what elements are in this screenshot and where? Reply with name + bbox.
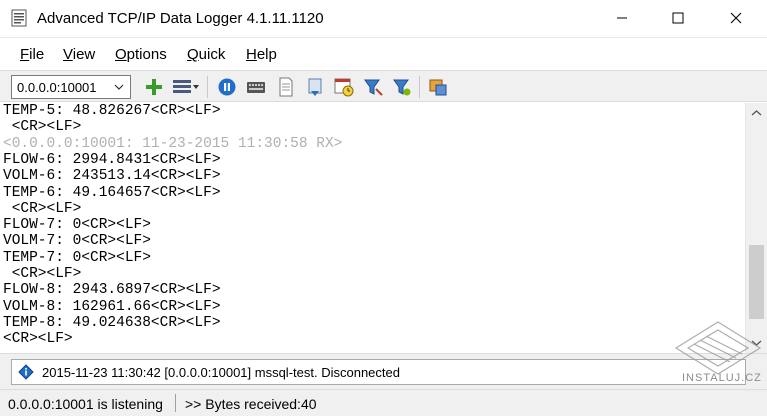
log-line: VOLM-6: 243513.14<CR><LF> [3,168,221,185]
menu-help-mnemonic: H [246,46,257,63]
filter-icon[interactable] [363,77,383,97]
bytes-received-status: >> Bytes received:40 [185,396,317,412]
menu-options[interactable]: Options [115,46,167,63]
minimize-button[interactable] [599,0,645,36]
log-line: <CR><LF> [3,200,82,217]
scrollbar-thumb[interactable] [749,245,764,319]
status-bar: 0.0.0.0:10001 is listening >> Bytes rece… [0,389,767,416]
menu-quick-label: uick [198,46,226,63]
menu-file-label: ile [29,46,45,63]
info-diamond-icon [18,364,34,380]
toolbar-separator [419,76,420,98]
log-rx-header: <0.0.0.0:10001: 11-23-2015 11:30:58 RX> [3,135,343,152]
menu-bar: File View Options Quick Help [0,40,767,68]
menu-options-label: ptions [126,46,167,63]
vertical-scrollbar[interactable] [745,103,767,353]
log-line: <CR><LF> [3,331,73,348]
log-line: FLOW-8: 2943.6897<CR><LF> [3,282,221,299]
document-icon[interactable] [276,77,296,97]
watermark-text: INSTALUJ.CZ [682,372,762,384]
menu-quick-mnemonic: Q [187,46,199,63]
log-line: TEMP-7: 0<CR><LF> [3,249,151,266]
log-view[interactable]: TEMP-5: 48.826267<CR><LF> <CR><LF> <0.0.0… [0,103,745,353]
log-line: <CR><LF> [3,266,82,282]
plugin-icon[interactable] [428,77,448,97]
add-connection-icon[interactable] [144,77,164,97]
close-button[interactable] [713,0,759,36]
maximize-button[interactable] [655,0,701,36]
start-stop-icon[interactable] [217,77,237,97]
view-options-icon[interactable] [171,77,201,97]
app-logo-icon [11,9,27,27]
schedule-icon[interactable] [334,77,354,97]
chevron-down-icon [114,84,124,90]
filter-settings-icon[interactable] [392,77,412,97]
close-icon [730,12,742,24]
export-icon[interactable] [305,77,325,97]
minimize-icon [617,17,627,19]
message-panel: 2015-11-23 11:30:42 [0.0.0.0:10001] mssq… [0,353,767,389]
log-line: VOLM-7: 0<CR><LF> [3,233,151,250]
log-line: VOLM-8: 162961.66<CR><LF> [3,298,221,315]
menu-options-mnemonic: O [115,46,127,63]
menu-file-mnemonic: F [20,46,30,63]
message-box[interactable]: 2015-11-23 11:30:42 [0.0.0.0:10001] mssq… [11,359,746,385]
status-separator [175,394,176,412]
menu-file[interactable]: File [20,46,44,63]
connection-select[interactable]: 0.0.0.0:10001 [11,75,131,99]
log-line: FLOW-6: 2994.8431<CR><LF> [3,151,221,168]
menu-view-mnemonic: V [63,46,73,63]
log-line: TEMP-5: 48.826267<CR><LF> [3,103,221,119]
log-line: TEMP-8: 49.024638<CR><LF> [3,314,221,331]
toolbar-separator [207,76,208,98]
menu-quick[interactable]: Quick [187,46,225,63]
menu-help[interactable]: Help [246,46,277,63]
menu-view-label: iew [72,46,96,63]
toolbar: 0.0.0.0:10001 [0,70,767,102]
keyboard-icon[interactable] [246,77,266,97]
log-line: TEMP-6: 49.164657<CR><LF> [3,184,221,201]
maximize-icon [672,12,684,24]
title-bar: Advanced TCP/IP Data Logger 4.1.11.1120 [0,0,767,38]
window-title: Advanced TCP/IP Data Logger 4.1.11.1120 [37,10,324,27]
listening-status: 0.0.0.0:10001 is listening [8,396,163,412]
log-line: FLOW-7: 0<CR><LF> [3,217,151,234]
scroll-up-icon[interactable] [751,109,762,117]
connection-select-value: 0.0.0.0:10001 [17,80,97,95]
message-text: 2015-11-23 11:30:42 [0.0.0.0:10001] mssq… [42,365,400,380]
menu-view[interactable]: View [63,46,95,63]
log-line: <CR><LF> [3,119,82,136]
menu-help-label: elp [256,46,277,63]
